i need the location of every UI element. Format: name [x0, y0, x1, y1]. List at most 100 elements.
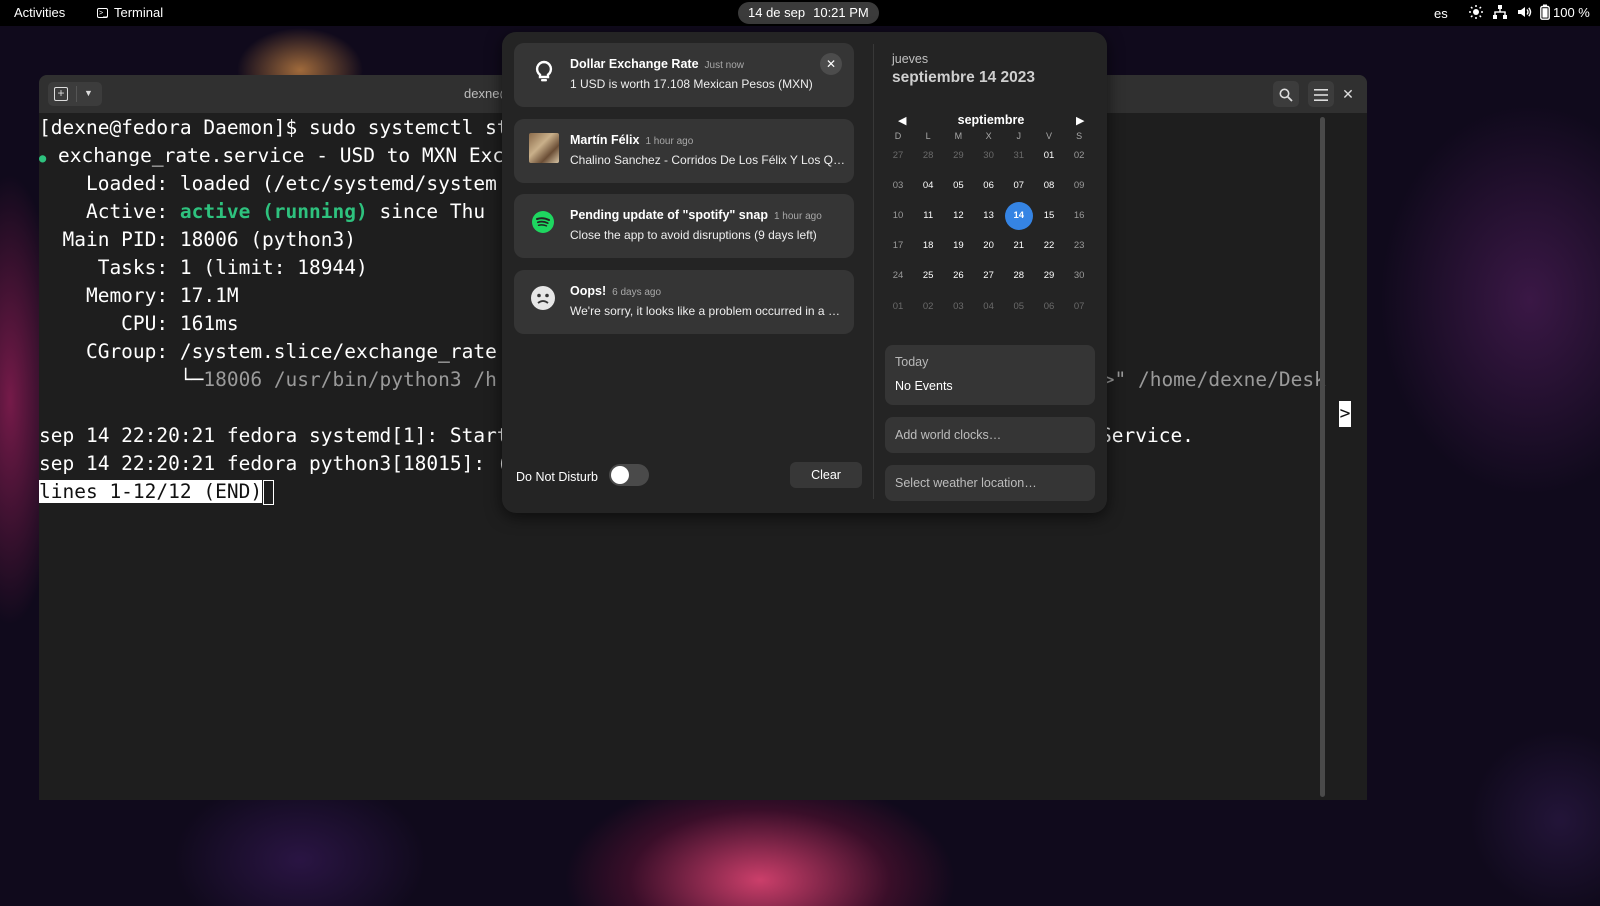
calendar-day[interactable]: 03 [944, 293, 972, 321]
notification-time: 6 days ago [612, 287, 662, 298]
service-name: exchange_rate.service - USD to MXN Exc [46, 144, 505, 167]
active-status: active (running) [179, 200, 368, 223]
calendar-day-today[interactable]: 14 [1004, 202, 1033, 231]
calendar-weekday-header: M [954, 131, 963, 141]
keyboard-layout-indicator[interactable]: es [1434, 6, 1448, 21]
calendar-day[interactable]: 28 [1005, 262, 1033, 290]
terminal-line: sep 14 22:20:21 fedora python3[18015]: ( [39, 452, 509, 475]
calendar-day[interactable]: 03 [884, 172, 912, 200]
calendar-day[interactable]: 30 [1065, 262, 1093, 290]
app-menu[interactable]: >_ Terminal [97, 5, 163, 20]
select-weather-location-button[interactable]: Select weather location… [885, 465, 1095, 501]
search-icon [1279, 86, 1293, 102]
calendar-full-date[interactable]: septiembre 14 2023 [892, 69, 1035, 87]
terminal-line: Memory: 17.1M [39, 284, 239, 307]
notification-body: We're sorry, it looks like a problem occ… [570, 304, 840, 318]
calendar-day[interactable]: 02 [914, 293, 942, 321]
calendar-day[interactable]: 04 [914, 172, 942, 200]
notification-card[interactable]: Oops! 6 days ago We're sorry, it looks li… [514, 270, 854, 334]
calendar-day[interactable]: 01 [1035, 142, 1063, 170]
terminal-app-icon: >_ [97, 7, 108, 18]
calendar-day[interactable]: 30 [975, 142, 1003, 170]
calendar-day[interactable]: 09 [1065, 172, 1093, 200]
calendar-day[interactable]: 17 [884, 232, 912, 260]
calendar-day[interactable]: 10 [884, 202, 912, 230]
search-button[interactable] [1273, 81, 1299, 107]
events-section[interactable]: Today No Events [885, 345, 1095, 405]
calendar-day[interactable]: 26 [944, 262, 972, 290]
button-divider [76, 86, 77, 102]
calendar-day[interactable]: 02 [1065, 142, 1093, 170]
volume-icon [1516, 4, 1532, 20]
main-menu-button[interactable] [1308, 81, 1334, 107]
terminal-line: Tasks: 1 (limit: 18944) [39, 256, 368, 279]
calendar-day[interactable]: 19 [944, 232, 972, 260]
calendar-day[interactable]: 07 [1005, 172, 1033, 200]
text-cursor [263, 480, 275, 505]
album-art-icon [529, 133, 559, 163]
terminal-scrollbar[interactable] [1320, 117, 1325, 797]
calendar-day[interactable]: 25 [914, 262, 942, 290]
calendar-day[interactable]: 18 [914, 232, 942, 260]
calendar-day[interactable]: 12 [944, 202, 972, 230]
calendar-day[interactable]: 31 [1005, 142, 1033, 170]
notification-title-text: Pending update of "spotify" snap [570, 208, 768, 222]
do-not-disturb-toggle[interactable] [609, 464, 649, 486]
calendar-day[interactable]: 05 [1005, 293, 1033, 321]
notification-card[interactable]: Martín Félix 1 hour ago Chalino Sanchez -… [514, 119, 854, 183]
notification-card[interactable]: Pending update of "spotify" snap 1 hour a… [514, 194, 854, 258]
close-icon: ✕ [825, 57, 837, 71]
calendar-day[interactable]: 27 [975, 262, 1003, 290]
calendar-day[interactable]: 04 [975, 293, 1003, 321]
system-status-area[interactable]: 100 % [1468, 4, 1590, 20]
calendar-day[interactable]: 22 [1035, 232, 1063, 260]
notification-time: 1 hour ago [773, 211, 822, 222]
terminal-line-overflow: Service. [1100, 424, 1194, 447]
close-notification-button[interactable]: ✕ [820, 53, 842, 75]
calendar-day[interactable]: 07 [1065, 293, 1093, 321]
notification-title-text: Dollar Exchange Rate [570, 57, 699, 71]
calendar-day[interactable]: 20 [975, 232, 1003, 260]
terminal-line: CGroup: /system.slice/exchange_rate [39, 340, 497, 363]
new-tab-button[interactable]: + ▼ [48, 82, 102, 106]
network-icon [1492, 4, 1508, 20]
app-menu-label: Terminal [114, 5, 164, 20]
do-not-disturb-label: Do Not Disturb [516, 470, 598, 484]
events-empty-text: No Events [895, 379, 953, 393]
calendar-day[interactable]: 29 [1035, 262, 1063, 290]
date-time-button[interactable]: 14 de sep 10:21 PM [738, 2, 879, 24]
calendar-day[interactable]: 01 [884, 293, 912, 321]
toggle-knob [611, 466, 629, 484]
calendar-day[interactable]: 16 [1065, 202, 1093, 230]
clock-date: 14 de sep [748, 5, 806, 20]
calendar-day[interactable]: 29 [944, 142, 972, 170]
close-window-button[interactable]: ✕ [1335, 81, 1361, 107]
calendar-day[interactable]: 28 [914, 142, 942, 170]
calendar-day[interactable]: 08 [1035, 172, 1063, 200]
pager-status: lines 1-12/12 (END) [39, 480, 263, 503]
terminal-line: [dexne@fedora Daemon]$ sudo systemctl st [39, 116, 509, 139]
calendar-day[interactable]: 05 [944, 172, 972, 200]
calendar-day[interactable]: 27 [884, 142, 912, 170]
calendar-day[interactable]: 06 [975, 172, 1003, 200]
calendar-day[interactable]: 21 [1005, 232, 1033, 260]
clear-notifications-button[interactable]: Clear [790, 462, 862, 488]
calendar-day[interactable]: 24 [884, 262, 912, 290]
calendar-month-header: ◀ septiembre ▶ [886, 110, 1104, 132]
notification-title: Dollar Exchange Rate Just now [570, 57, 744, 71]
notification-title: Pending update of "spotify" snap 1 hour a… [570, 208, 822, 222]
calendar-day[interactable]: 23 [1065, 232, 1093, 260]
calendar-weekday: jueves [892, 52, 929, 66]
events-today-heading: Today [895, 355, 929, 369]
calendar-day[interactable]: 15 [1035, 202, 1063, 230]
next-month-button[interactable]: ▶ [1076, 114, 1084, 127]
chevron-down-icon[interactable]: ▼ [84, 88, 93, 98]
calendar-day[interactable]: 06 [1035, 293, 1063, 321]
notification-card[interactable]: Dollar Exchange Rate Just now 1 USD is wo… [514, 43, 854, 107]
calendar-day[interactable]: 11 [914, 202, 942, 230]
tray-divider [873, 44, 874, 499]
add-world-clocks-button[interactable]: Add world clocks… [885, 417, 1095, 453]
calendar-day[interactable]: 13 [975, 202, 1003, 230]
activities-button[interactable]: Activities [14, 5, 65, 20]
pager-status-line: lines 1-12/12 (END) [39, 478, 275, 506]
